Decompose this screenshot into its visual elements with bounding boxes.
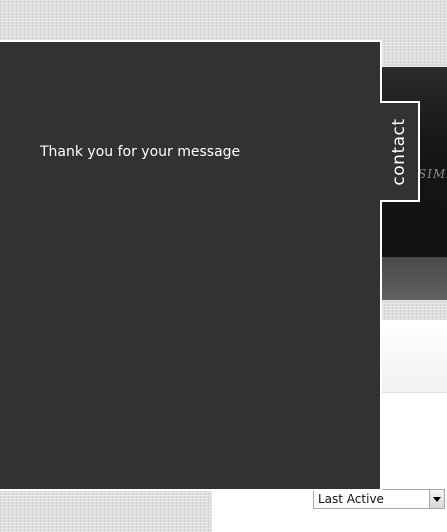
contact-tab-label: contact: [389, 117, 409, 186]
sort-select[interactable]: Last Active: [313, 489, 445, 509]
contact-panel: Thank you for your message: [0, 40, 382, 491]
sort-select-value: Last Active: [318, 492, 384, 506]
select-dropdown-button[interactable]: [429, 490, 444, 508]
contact-tab[interactable]: contact: [380, 101, 420, 202]
contact-confirmation-message: Thank you for your message: [40, 144, 241, 160]
site-logo[interactable]: SIMM: [418, 167, 447, 181]
chevron-down-icon: [433, 496, 441, 502]
